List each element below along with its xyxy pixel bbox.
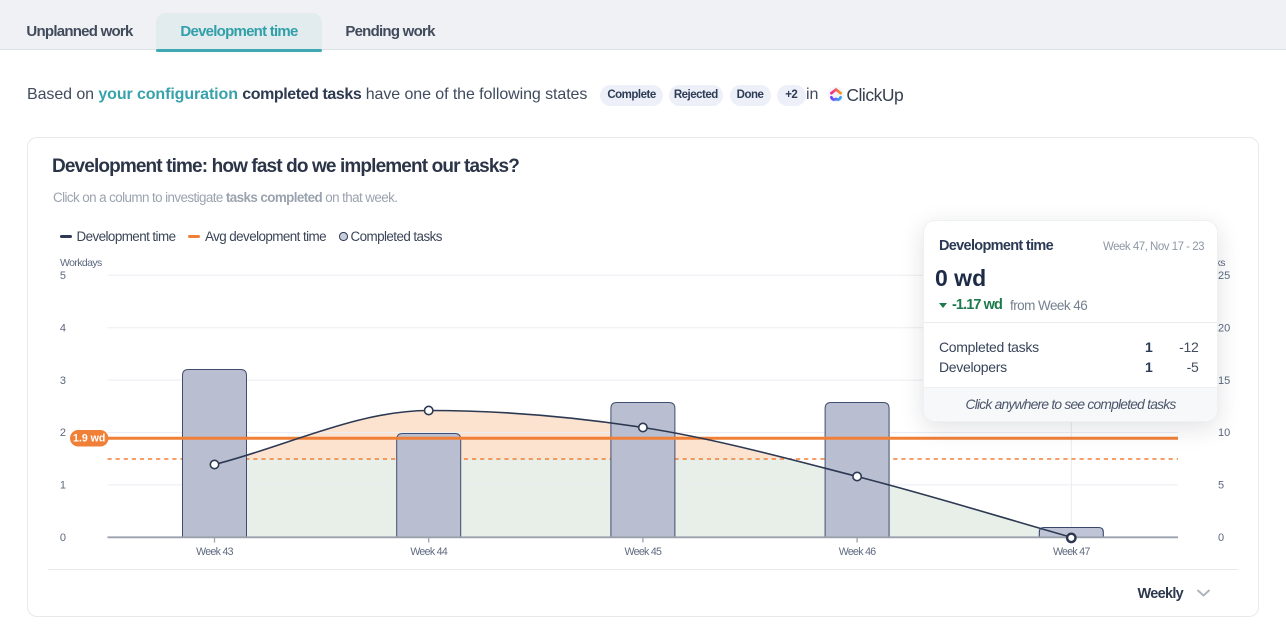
svg-text:10: 10 [1218, 427, 1230, 439]
svg-text:5: 5 [1218, 480, 1224, 492]
svg-text:20: 20 [1218, 322, 1230, 334]
svg-text:Week 45: Week 45 [625, 546, 663, 558]
svg-text:5: 5 [60, 270, 66, 282]
svg-text:Week 46: Week 46 [839, 546, 877, 558]
svg-text:3: 3 [60, 375, 66, 387]
svg-text:1: 1 [60, 480, 66, 492]
svg-text:1.9 wd: 1.9 wd [73, 433, 105, 445]
svg-text:25: 25 [1218, 270, 1230, 282]
svg-text:Week 47: Week 47 [1053, 546, 1091, 558]
svg-text:Week 44: Week 44 [410, 546, 448, 558]
svg-text:4: 4 [60, 322, 66, 334]
svg-text:0: 0 [60, 532, 66, 544]
svg-text:Workdays: Workdays [60, 257, 102, 269]
svg-text:0: 0 [1218, 532, 1224, 544]
svg-text:15: 15 [1218, 375, 1230, 387]
svg-text:Week 43: Week 43 [196, 546, 234, 558]
svg-text:2: 2 [60, 427, 66, 439]
